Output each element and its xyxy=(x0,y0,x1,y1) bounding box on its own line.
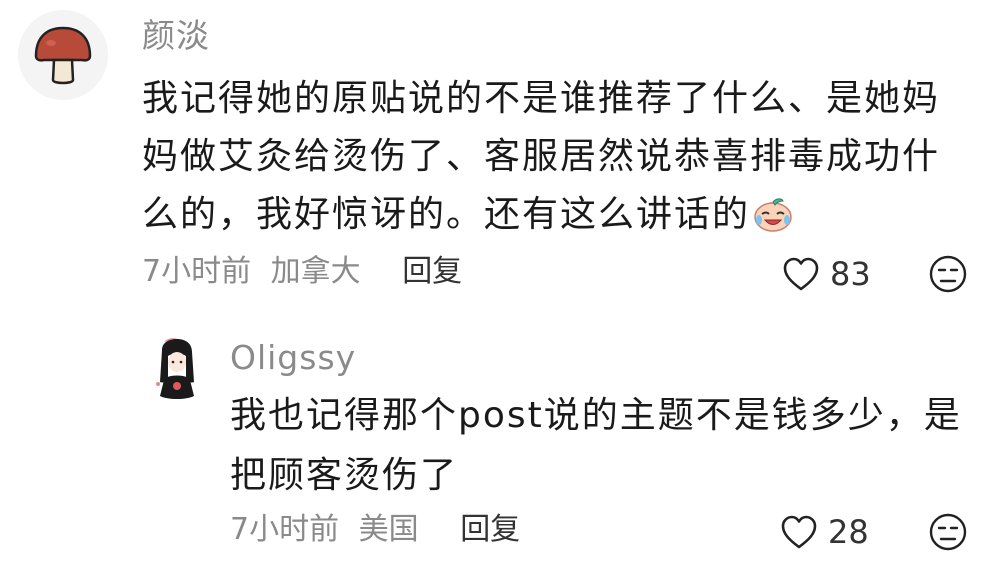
like-button[interactable]: 83 xyxy=(782,254,871,294)
like-count: 83 xyxy=(830,255,871,293)
dislike-button[interactable] xyxy=(928,254,968,294)
heart-icon xyxy=(780,514,818,550)
heart-icon xyxy=(782,256,820,292)
comment-text: 我记得她的原贴说的不是谁推荐了什么、是她妈 妈做艾灸给烫伤了、客服居然说恭喜排毒… xyxy=(142,70,962,244)
reply-text-line: 我也记得那个post说的主题不是钱多少，是 xyxy=(230,395,962,436)
girl-illustration-avatar-icon xyxy=(142,334,212,404)
comment-text-line: 妈做艾灸给烫伤了、客服居然说恭喜排毒成功什 xyxy=(142,136,941,177)
username[interactable]: 颜淡 xyxy=(142,16,210,56)
reply-text-line: 把顾客烫伤了 xyxy=(230,455,459,496)
user-avatar[interactable] xyxy=(142,334,212,404)
like-count: 28 xyxy=(828,513,869,551)
reply-button[interactable]: 回复 xyxy=(402,254,462,289)
username[interactable]: Oligssy xyxy=(230,338,356,378)
user-avatar[interactable] xyxy=(18,10,108,100)
unamused-face-icon xyxy=(929,513,967,551)
reply-meta: 7小时前 美国 回复 xyxy=(230,510,520,550)
location: 加拿大 xyxy=(270,254,361,289)
comment-text-line: 我记得她的原贴说的不是谁推荐了什么、是她妈 xyxy=(142,78,941,119)
like-button[interactable]: 28 xyxy=(780,512,869,552)
reply-text: 我也记得那个post说的主题不是钱多少，是 把顾客烫伤了 xyxy=(230,386,960,506)
comment-item: 颜淡 我记得她的原贴说的不是谁推荐了什么、是她妈 妈做艾灸给烫伤了、客服居然说恭… xyxy=(0,0,986,300)
comment-thread: 颜淡 我记得她的原贴说的不是谁推荐了什么、是她妈 妈做艾灸给烫伤了、客服居然说恭… xyxy=(0,0,986,580)
comment-text-line-content: 么的，我好惊讶的。还有这么讲话的 xyxy=(142,194,751,235)
mushroom-icon xyxy=(18,10,108,100)
dislike-button[interactable] xyxy=(928,512,968,552)
timestamp: 7小时前 xyxy=(230,512,340,547)
unamused-face-icon xyxy=(929,255,967,293)
crying-laughing-emoji-icon xyxy=(754,198,792,232)
timestamp: 7小时前 xyxy=(142,254,252,289)
reply-button[interactable]: 回复 xyxy=(460,512,520,547)
comment-meta: 7小时前 加拿大 回复 xyxy=(142,252,462,292)
location: 美国 xyxy=(358,512,419,547)
reply-item: Oligssy 我也记得那个post说的主题不是钱多少，是 把顾客烫伤了 7小时… xyxy=(0,322,986,580)
comment-text-line: 么的，我好惊讶的。还有这么讲话的 xyxy=(142,186,962,244)
